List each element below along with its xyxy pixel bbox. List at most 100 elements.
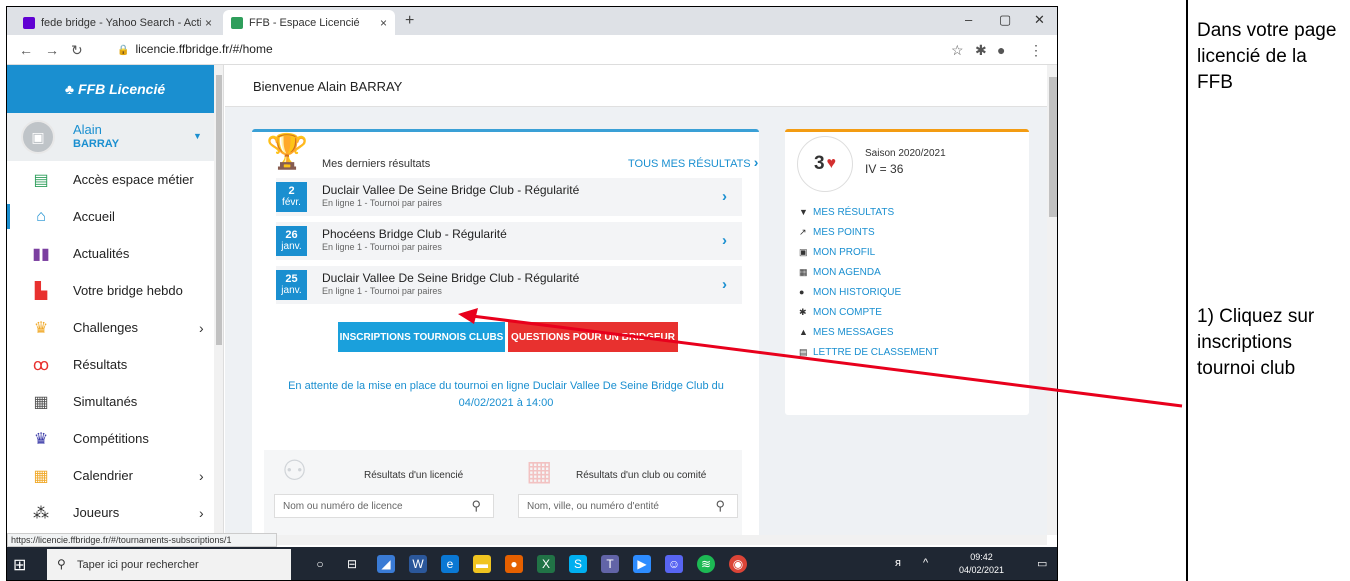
all-results-label: TOUS MES RÉSULTATS (628, 158, 751, 170)
user-menu[interactable]: ▣ Alain BARRAY ▼ (7, 113, 223, 161)
sidebar-item-simultanes[interactable]: ▦ Simultanés (7, 383, 223, 420)
discord-icon[interactable]: ☺ (665, 555, 683, 573)
calendar-icon: ▦ (33, 467, 49, 485)
date-badge: 2 févr. (276, 182, 307, 212)
chrome-icon[interactable]: ◉ (729, 555, 747, 573)
search-club-input[interactable]: Nom, ville, ou numéro d'entité ⚲ (518, 494, 738, 518)
skype-icon[interactable]: S (569, 555, 587, 573)
people-icon[interactable]: ᴙ (895, 557, 901, 569)
link-label: MES POINTS (813, 227, 875, 238)
url-field[interactable]: 🔒 licencie.ffbridge.fr/#/home (117, 42, 273, 56)
link-mon-historique[interactable]: ● MON HISTORIQUE (799, 287, 901, 298)
yahoo-icon (23, 16, 35, 29)
result-row[interactable]: 25 janv. Duclair Vallee De Seine Bridge C… (276, 266, 742, 304)
app-icon[interactable]: ◢ (377, 555, 395, 573)
annotation-intro: Dans votre page licencié de la FFB (1197, 20, 1337, 93)
cortana-icon[interactable]: ○ (311, 555, 329, 573)
taskbar-search-input[interactable]: ⚲ Taper ici pour rechercher (47, 549, 291, 580)
menu-icon[interactable]: ⋮ (1029, 42, 1043, 59)
extensions-icon[interactable]: ✱ (975, 42, 987, 59)
inscriptions-tournois-button[interactable]: INSCRIPTIONS TOURNOIS CLUBS (338, 322, 505, 352)
firefox-icon[interactable]: ● (505, 555, 523, 573)
link-mon-profil[interactable]: ▣ MON PROFIL (799, 247, 875, 258)
search-licencie-input[interactable]: Nom ou numéro de licence ⚲ (274, 494, 494, 518)
window-close-icon[interactable]: ✕ (1034, 12, 1045, 28)
chart-icon: ↗ (799, 227, 807, 237)
link-label: MON PROFIL (813, 247, 876, 258)
questions-bridgeur-button[interactable]: QUESTIONS POUR UN BRIDGEUR (508, 322, 678, 352)
waiting-notice: En attente de la mise en place du tourno… (288, 380, 724, 409)
trophy-icon: 🏆 (266, 133, 309, 171)
reload-icon[interactable]: ↻ (71, 42, 83, 59)
book-icon: ▮▮ (32, 245, 50, 263)
profile-icon[interactable]: ● (997, 42, 1005, 58)
date-month: janv. (281, 241, 302, 252)
maximize-icon[interactable]: ▢ (999, 12, 1011, 28)
ffb-logo[interactable]: ♣ FFB Licencié (7, 65, 223, 113)
sidebar-item-label: Résultats (73, 357, 128, 372)
season-card: 3 ♥ Saison 2020/2021 IV = 36 ▼ MES RÉSULTA… (785, 129, 1029, 415)
all-results-link[interactable]: TOUS MES RÉSULTATS › (628, 154, 758, 170)
sidebar-item-espace-metier[interactable]: ▤ Accès espace métier (7, 161, 223, 198)
search-icon[interactable]: ⚲ (471, 498, 481, 514)
sidebar-item-joueurs[interactable]: ⁂ Joueurs › (7, 494, 223, 531)
search-icon[interactable]: ⚲ (715, 498, 725, 514)
horizontal-scrollbar[interactable] (277, 535, 1047, 545)
user-last-name: BARRAY (73, 138, 120, 150)
main-scroll-thumb[interactable] (1049, 77, 1057, 217)
sidebar-item-resultats[interactable]: ꝏ Résultats (7, 346, 223, 383)
teams-icon[interactable]: T (601, 555, 619, 573)
link-mon-agenda[interactable]: ▦ MON AGENDA (799, 267, 881, 278)
link-mes-resultats[interactable]: ▼ MES RÉSULTATS (799, 207, 894, 218)
search-icon: ⚲ (57, 557, 66, 571)
spotify-icon[interactable]: ≋ (697, 555, 715, 573)
link-label: MON AGENDA (813, 267, 881, 278)
date-day: 26 (285, 229, 298, 241)
sidebar-item-bridge-hebdo[interactable]: ▙ Votre bridge hebdo (7, 272, 223, 309)
back-icon[interactable]: ← (19, 42, 33, 58)
date-day: 25 (285, 273, 298, 285)
sidebar-item-accueil[interactable]: ⌂ Accueil (7, 198, 223, 235)
chevron-right-icon: › (199, 504, 204, 521)
link-label: MES RÉSULTATS (813, 207, 895, 218)
sidebar-item-actualites[interactable]: ▮▮ Actualités (7, 235, 223, 272)
result-row[interactable]: 2 févr. Duclair Vallee De Seine Bridge Cl… (276, 178, 742, 216)
link-mes-points[interactable]: ↗ MES POINTS (799, 227, 875, 238)
tab-ffb[interactable]: FFB - Espace Licencié × (223, 10, 395, 35)
forward-icon[interactable]: → (45, 42, 59, 58)
link-lettre-classement[interactable]: ▤ LETTRE DE CLASSEMENT (799, 347, 939, 358)
sidebar-item-calendrier[interactable]: ▦ Calendrier › (7, 457, 223, 494)
link-label: LETTRE DE CLASSEMENT (813, 347, 939, 358)
tab-yahoo[interactable]: fede bridge - Yahoo Search - Acti × (15, 10, 220, 35)
close-icon[interactable]: × (380, 16, 387, 30)
file-explorer-icon[interactable]: ▬ (473, 555, 491, 573)
new-tab-button[interactable]: + (405, 12, 414, 30)
address-bar: ← → ↻ 🔒 licencie.ffbridge.fr/#/home ☆ ✱ ●… (7, 35, 1057, 65)
task-view-icon[interactable]: ⊟ (343, 555, 361, 573)
clock[interactable]: 09:42 04/02/2021 (959, 551, 1004, 577)
tray-expand-icon[interactable]: ^ (923, 557, 928, 569)
zoom-icon[interactable]: ▶ (633, 555, 651, 573)
star-icon[interactable]: ☆ (951, 42, 964, 59)
caret-down-icon[interactable]: ▼ (193, 131, 202, 141)
result-sub: En ligne 1 - Tournoi par paires (322, 286, 442, 296)
sidebar-item-challenges[interactable]: ♛ Challenges › (7, 309, 223, 346)
result-name: Phocéens Bridge Club - Régularité (322, 227, 507, 241)
close-icon[interactable]: × (205, 16, 212, 30)
link-mes-messages[interactable]: ▲ MES MESSAGES (799, 327, 894, 338)
chevron-right-icon: › (199, 467, 204, 484)
date-badge: 25 janv. (276, 270, 307, 300)
link-mon-compte[interactable]: ✱ MON COMPTE (799, 307, 882, 318)
main-content: Bienvenue Alain BARRAY 🏆 Mes derniers ré… (225, 65, 1047, 542)
sidebar-item-competitions[interactable]: ♛ Compétitions (7, 420, 223, 457)
sidebar-scroll-thumb[interactable] (216, 75, 222, 345)
result-row[interactable]: 26 janv. Phocéens Bridge Club - Régularit… (276, 222, 742, 260)
calendar-icon: ▙ (34, 282, 48, 300)
word-icon[interactable]: W (409, 555, 427, 573)
document-icon: ▤ (799, 347, 808, 357)
minimize-icon[interactable]: – (965, 12, 972, 27)
notifications-icon[interactable]: ▭ (1037, 557, 1047, 570)
windows-start-icon[interactable]: ⊞ (13, 555, 26, 575)
edge-icon[interactable]: e (441, 555, 459, 573)
excel-icon[interactable]: X (537, 555, 555, 573)
